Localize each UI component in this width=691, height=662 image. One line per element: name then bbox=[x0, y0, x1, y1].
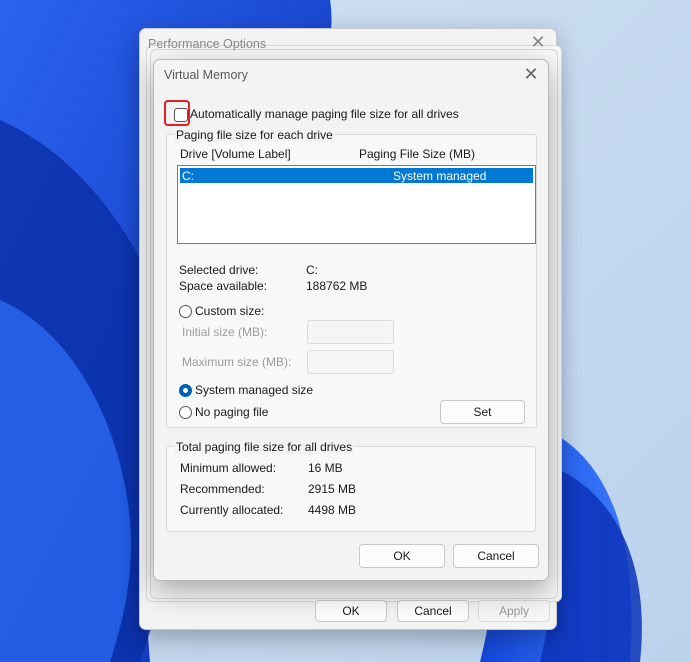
system-managed-label[interactable]: System managed size bbox=[195, 383, 313, 397]
perf-close-icon[interactable]: ✕ bbox=[528, 32, 548, 52]
total-group-title: Total paging file size for all drives bbox=[174, 440, 355, 454]
recommended-label: Recommended: bbox=[180, 482, 265, 496]
currently-allocated-value: 4498 MB bbox=[308, 503, 357, 517]
per-drive-group-title: Paging file size for each drive bbox=[174, 128, 335, 142]
vm-ok-button[interactable]: OK bbox=[359, 544, 445, 568]
drive-paging-size: System managed bbox=[393, 169, 487, 183]
vm-dialog-title: Virtual Memory bbox=[164, 68, 248, 82]
checkbox-highlight-box bbox=[164, 100, 190, 126]
maximum-size-input[interactable] bbox=[307, 350, 394, 374]
set-button[interactable]: Set bbox=[440, 400, 525, 424]
maximum-size-label: Maximum size (MB): bbox=[182, 355, 292, 369]
space-available-value: 188762 MB bbox=[306, 279, 368, 293]
selected-drive-value: C: bbox=[306, 263, 318, 277]
perf-cancel-button[interactable]: Cancel bbox=[397, 600, 469, 622]
vm-cancel-button[interactable]: Cancel bbox=[453, 544, 539, 568]
minimum-allowed-label: Minimum allowed: bbox=[180, 461, 277, 475]
perf-ok-button[interactable]: OK bbox=[315, 600, 387, 622]
auto-manage-label[interactable]: Automatically manage paging file size fo… bbox=[190, 107, 459, 121]
vm-close-icon[interactable]: ✕ bbox=[520, 63, 542, 85]
selected-drive-label: Selected drive: bbox=[179, 263, 259, 277]
custom-size-label[interactable]: Custom size: bbox=[195, 304, 264, 318]
initial-size-input[interactable] bbox=[307, 320, 394, 344]
initial-size-label: Initial size (MB): bbox=[182, 325, 268, 339]
custom-size-radio[interactable] bbox=[179, 305, 192, 318]
column-header-drive: Drive [Volume Label] bbox=[180, 147, 291, 161]
system-managed-radio[interactable] bbox=[179, 384, 192, 397]
recommended-value: 2915 MB bbox=[308, 482, 357, 496]
minimum-allowed-value: 16 MB bbox=[308, 461, 343, 475]
perf-window-title: Performance Options bbox=[148, 37, 267, 51]
space-available-label: Space available: bbox=[179, 279, 268, 293]
virtual-memory-dialog: Virtual Memory ✕ Automatically manage pa… bbox=[153, 59, 549, 581]
currently-allocated-label: Currently allocated: bbox=[180, 503, 284, 517]
drive-list-row[interactable]: C: System managed bbox=[180, 168, 533, 183]
drive-list[interactable]: C: System managed bbox=[177, 165, 536, 244]
drive-letter: C: bbox=[182, 169, 194, 183]
no-paging-radio[interactable] bbox=[179, 406, 192, 419]
column-header-size: Paging File Size (MB) bbox=[359, 147, 476, 161]
perf-apply-button[interactable]: Apply bbox=[478, 600, 550, 622]
no-paging-label[interactable]: No paging file bbox=[195, 405, 268, 419]
